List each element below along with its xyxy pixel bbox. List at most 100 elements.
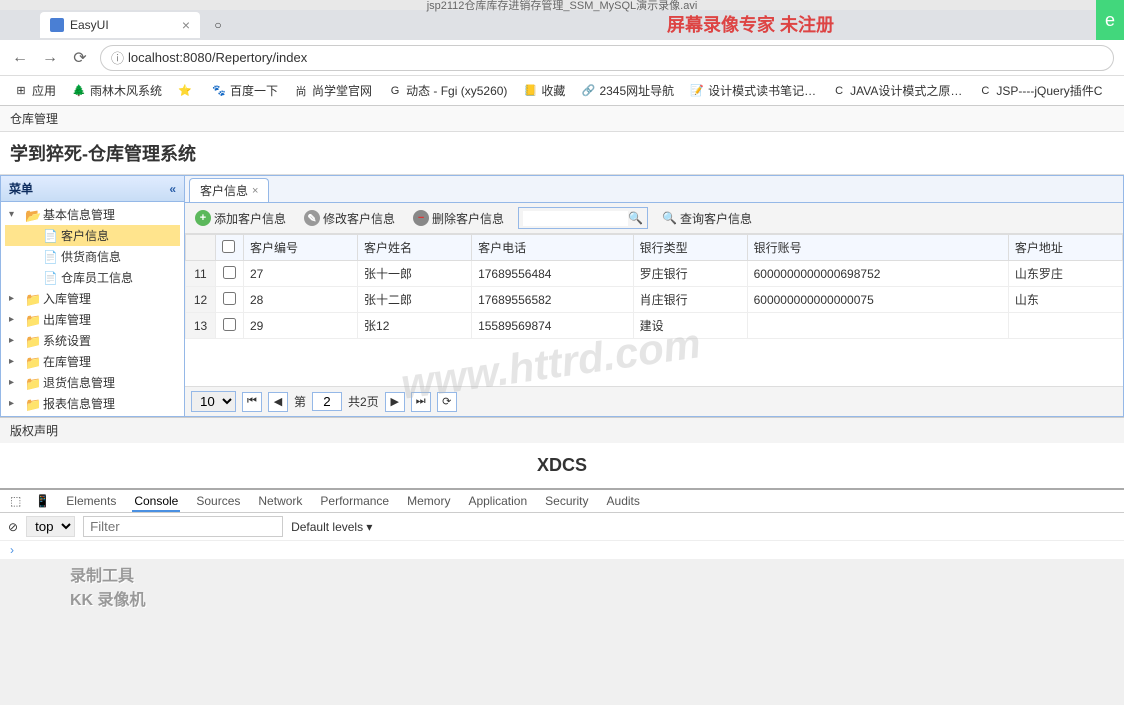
tab-close-icon[interactable]: × <box>182 17 190 33</box>
delete-label: 删除客户信息 <box>432 210 504 227</box>
tree-node[interactable]: 供货商信息 <box>5 246 180 267</box>
tree-node[interactable]: 客户信息 <box>5 225 180 246</box>
page-size-select[interactable]: 10 <box>191 391 236 412</box>
tree-label: 仓库员工信息 <box>61 269 133 286</box>
tree-toggle-icon[interactable]: ▸ <box>9 398 23 409</box>
column-header[interactable]: 客户地址 <box>1008 235 1122 261</box>
site-info-icon[interactable]: ⓘ <box>111 48 124 67</box>
context-select[interactable]: top <box>26 516 75 537</box>
search-input[interactable] <box>523 211 628 226</box>
back-button[interactable]: ← <box>10 48 30 68</box>
column-header[interactable]: 银行类型 <box>633 235 747 261</box>
close-tab-icon[interactable]: × <box>252 185 258 197</box>
devtools-tab[interactable]: Network <box>256 492 304 510</box>
cell-name: 张十二郎 <box>358 287 472 313</box>
checkbox-header[interactable] <box>216 235 244 261</box>
tree-node[interactable]: ▸系统设置 <box>5 330 180 351</box>
next-page-button[interactable]: ▶ <box>385 392 405 412</box>
table-row[interactable]: 13 29 张12 15589569874 建设 <box>186 313 1123 339</box>
tree-label: 基本信息管理 <box>43 206 115 223</box>
inspect-icon[interactable]: ⬚ <box>10 494 21 508</box>
tree-label: 入库管理 <box>43 290 91 307</box>
bookmark-icon: C <box>978 84 992 98</box>
column-header[interactable]: 客户姓名 <box>358 235 472 261</box>
delete-icon: − <box>413 210 429 226</box>
folder-closed-icon <box>25 397 41 411</box>
edit-customer-button[interactable]: ✎ 修改客户信息 <box>300 208 399 229</box>
devtools-tab[interactable]: Audits <box>605 492 642 510</box>
devtools-tab[interactable]: Console <box>132 492 180 512</box>
bookmark-item[interactable]: ⊞应用 <box>8 79 62 102</box>
tree-node[interactable]: ▸出库管理 <box>5 309 180 330</box>
tree-toggle-icon[interactable]: ▸ <box>9 293 23 304</box>
bookmark-item[interactable]: CJAVA设计模式之原… <box>826 79 968 102</box>
devtools-tab[interactable]: Sources <box>194 492 242 510</box>
bookmark-item[interactable]: 🌲雨林木风系统 <box>66 79 168 102</box>
delete-customer-button[interactable]: − 删除客户信息 <box>409 208 508 229</box>
add-customer-button[interactable]: + 添加客户信息 <box>191 208 290 229</box>
bookmark-label: 收藏 <box>541 82 565 99</box>
tree-node[interactable]: ▸ 入库管理 <box>5 288 180 309</box>
row-checkbox[interactable] <box>216 287 244 313</box>
log-levels[interactable]: Default levels ▾ <box>291 520 372 534</box>
new-tab-button[interactable]: ○ <box>206 13 230 37</box>
tree-node[interactable]: ▸在库管理 <box>5 351 180 372</box>
tree-toggle-icon[interactable]: ▸ <box>9 335 23 346</box>
bookmark-item[interactable]: 🔗2345网址导航 <box>575 79 680 102</box>
browser-tab-bar: EasyUI × ○ <box>0 10 1124 40</box>
tree-node[interactable]: 仓库员工信息 <box>5 267 180 288</box>
file-icon <box>43 250 59 264</box>
table-row[interactable]: 12 28 张十二郎 17689556582 肖庄银行 600000000000… <box>186 287 1123 313</box>
bookmark-item[interactable]: 📒收藏 <box>517 79 571 102</box>
column-header[interactable]: 银行账号 <box>747 235 1008 261</box>
devtools-tab[interactable]: Memory <box>405 492 452 510</box>
clear-console-icon[interactable]: ⊘ <box>8 520 18 534</box>
last-page-button[interactable]: ⏭ <box>411 392 431 412</box>
collapse-sidebar-icon[interactable]: « <box>169 182 176 196</box>
tree-toggle-icon[interactable]: ▾ <box>9 209 23 220</box>
column-header[interactable]: 客户电话 <box>472 235 634 261</box>
bookmark-item[interactable]: 🐾百度一下 <box>206 79 284 102</box>
tab-customer-info[interactable]: 客户信息 × <box>189 178 269 202</box>
data-grid: 客户编号客户姓名客户电话银行类型银行账号客户地址 11 27 张十一郎 1768… <box>185 234 1123 386</box>
tree-toggle-icon[interactable]: ▸ <box>9 377 23 388</box>
row-checkbox[interactable] <box>216 261 244 287</box>
row-checkbox[interactable] <box>216 313 244 339</box>
prev-page-button[interactable]: ◀ <box>268 392 288 412</box>
devtools-tab[interactable]: Application <box>466 492 529 510</box>
browser-tab[interactable]: EasyUI × <box>40 12 200 38</box>
bookmark-item[interactable]: CJSP----jQuery插件C <box>972 79 1108 102</box>
bookmark-item[interactable]: ⭐ <box>172 81 202 101</box>
bookmark-item[interactable]: G动态 - Fgi (xy5260) <box>382 79 513 102</box>
watermark-unregistered: 屏幕录像专家 未注册 <box>667 11 834 37</box>
devtools-tab[interactable]: Elements <box>64 492 118 510</box>
table-row[interactable]: 11 27 张十一郎 17689556484 罗庄银行 600000000000… <box>186 261 1123 287</box>
page-title: 学到猝死-仓库管理系统 <box>0 132 1124 175</box>
devtools-tab[interactable]: Performance <box>318 492 391 510</box>
first-page-button[interactable]: ⏮ <box>242 392 262 412</box>
bookmark-icon: ⭐ <box>178 84 192 98</box>
search-icon[interactable]: 🔍 <box>628 211 643 225</box>
refresh-button[interactable]: ⟳ <box>437 392 457 412</box>
query-customer-button[interactable]: 🔍 查询客户信息 <box>658 208 756 229</box>
tree-label: 供货商信息 <box>61 248 121 265</box>
tree-label: 报表信息管理 <box>43 395 115 412</box>
console-prompt[interactable]: › <box>0 541 1124 559</box>
tree-toggle-icon[interactable]: ▸ <box>9 314 23 325</box>
address-bar[interactable]: ⓘ localhost:8080/Repertory/index <box>100 45 1114 71</box>
search-box[interactable]: 🔍 <box>518 207 648 229</box>
forward-button[interactable]: → <box>40 48 60 68</box>
bookmark-item[interactable]: 📝设计模式读书笔记… <box>684 79 822 102</box>
page-input[interactable] <box>312 392 342 411</box>
reload-button[interactable]: ⟳ <box>70 48 90 68</box>
console-filter[interactable] <box>83 516 283 537</box>
bookmark-item[interactable]: 尚尚学堂官网 <box>288 79 378 102</box>
sidebar-title: 菜单 <box>9 180 33 197</box>
column-header[interactable]: 客户编号 <box>244 235 358 261</box>
devtools-tab[interactable]: Security <box>543 492 590 510</box>
tree-node[interactable]: ▾ 基本信息管理 <box>5 204 180 225</box>
tree-node[interactable]: ▸退货信息管理 <box>5 372 180 393</box>
tree-toggle-icon[interactable]: ▸ <box>9 356 23 367</box>
tree-node[interactable]: ▸ 报表信息管理 <box>5 393 180 414</box>
device-icon[interactable]: 📱 <box>35 494 50 508</box>
